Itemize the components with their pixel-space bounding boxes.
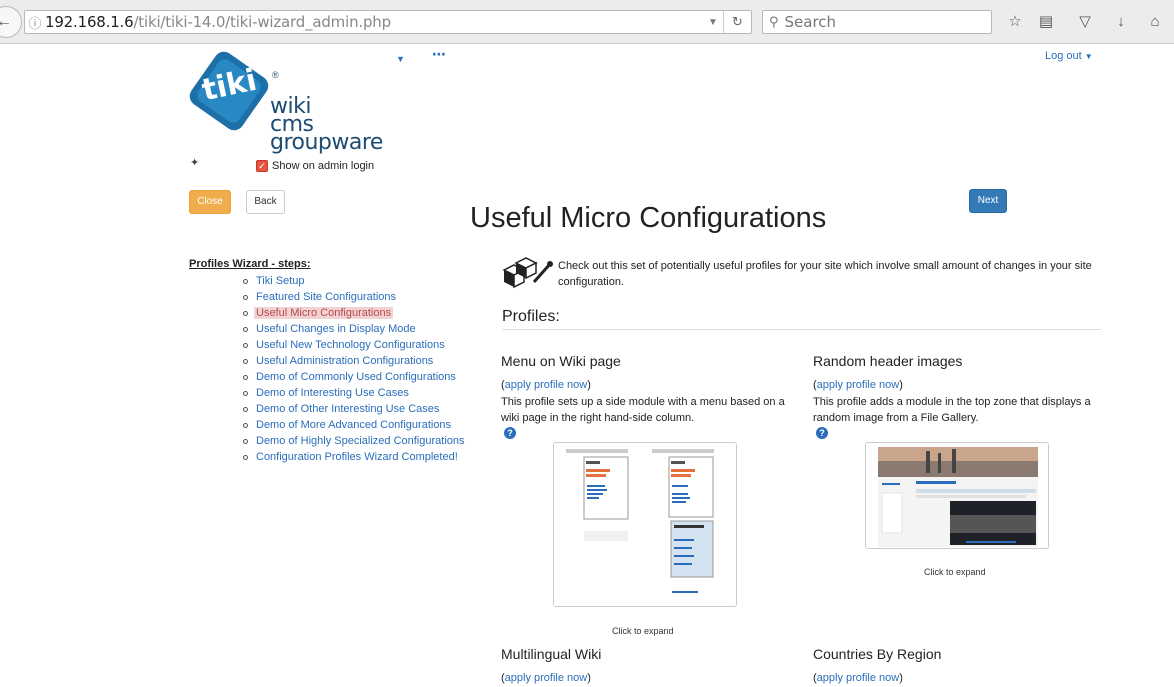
step-label: Useful Administration Configurations [256, 355, 434, 367]
search-icon: ⚲ [769, 14, 779, 29]
url-text[interactable]: 192.168.1.6/tiki/tiki-14.0/tiki-wizard_a… [45, 13, 703, 31]
step-item[interactable]: Demo of Other Interesting Use Cases [243, 401, 465, 417]
bullet-icon [243, 278, 248, 284]
profile-thumbnail-menu-on-wiki[interactable] [553, 442, 737, 607]
profile-apply-row: (apply profile now) [501, 672, 591, 684]
apply-profile-link-random-header[interactable]: apply profile now [817, 379, 900, 391]
profile-title-random-header: Random header images [813, 353, 963, 369]
download-icon[interactable]: ↓ [1111, 12, 1131, 32]
step-item[interactable]: Useful Changes in Display Mode [243, 321, 465, 337]
step-label: Demo of Highly Specialized Configuration… [256, 435, 465, 447]
step-label: Configuration Profiles Wizard Completed! [256, 451, 458, 463]
back-button[interactable]: Back [246, 190, 285, 214]
close-button[interactable]: Close [189, 190, 231, 214]
back-arrow-icon[interactable]: ← [0, 6, 22, 38]
menu-caret-icon[interactable]: ▼ [396, 54, 405, 64]
help-question-icon[interactable]: ? [816, 427, 828, 439]
wizard-page: tiki ® wiki cms groupware ▼ ⋯ Log out ▼ … [0, 44, 1174, 687]
reload-icon[interactable]: ↻ [723, 11, 751, 33]
step-item[interactable]: Demo of Interesting Use Cases [243, 385, 465, 401]
profiles-heading: Profiles: [502, 308, 560, 325]
bullet-icon [243, 294, 248, 300]
intro-text: Check out this set of potentially useful… [558, 260, 1092, 288]
divider [502, 329, 1101, 330]
url-dropdown-icon[interactable]: ▼ [703, 17, 723, 28]
url-bar[interactable]: ⓘ 192.168.1.6/tiki/tiki-14.0/tiki-wizard… [24, 10, 752, 34]
bullet-icon [243, 406, 248, 412]
url-path: /tiki/tiki-14.0/tiki-wizard_admin.php [133, 13, 391, 31]
checkbox-checked-icon[interactable]: ✓ [256, 160, 268, 172]
profile-desc-menu-on-wiki: This profile sets up a side module with … [501, 396, 785, 424]
step-item[interactable]: Useful Administration Configurations [243, 353, 465, 369]
logo-wordmark: wiki cms groupware [270, 96, 383, 155]
click-to-expand-caption: Click to expand [612, 626, 674, 636]
step-item[interactable]: Configuration Profiles Wizard Completed! [243, 449, 465, 465]
step-label: Demo of Interesting Use Cases [256, 387, 409, 399]
step-label: Useful Micro Configurations [254, 307, 394, 319]
bullet-icon [243, 310, 248, 316]
step-item[interactable]: Demo of More Advanced Configurations [243, 417, 465, 433]
wizard-wand-icon: ✦ [190, 157, 200, 169]
show-on-login-toggle[interactable]: ✓ Show on admin login [256, 160, 374, 172]
url-host: 192.168.1.6 [45, 13, 134, 31]
step-label: Demo of Other Interesting Use Cases [256, 403, 440, 415]
bullet-icon [243, 454, 248, 460]
bullet-icon [243, 342, 248, 348]
micro-config-blocks-icon [502, 257, 553, 289]
apply-profile-link-menu-on-wiki[interactable]: apply profile now [505, 379, 588, 391]
registered-mark: ® [272, 70, 279, 80]
step-label: Useful Changes in Display Mode [256, 323, 416, 335]
step-label: Useful New Technology Configurations [256, 339, 445, 351]
step-label: Tiki Setup [256, 275, 305, 287]
step-label: Demo of More Advanced Configurations [256, 419, 452, 431]
step-label: Featured Site Configurations [256, 291, 397, 303]
logout-label: Log out [1045, 50, 1082, 62]
profile-desc-random-header: This profile adds a module in the top zo… [813, 396, 1091, 424]
steps-list: Tiki Setup Featured Site Configurations … [243, 273, 465, 465]
step-item[interactable]: Useful New Technology Configurations [243, 337, 465, 353]
profile-apply-row: (apply profile now) [501, 379, 591, 391]
step-item-active[interactable]: Useful Micro Configurations [243, 305, 465, 321]
profile-title-multilingual-wiki: Multilingual Wiki [501, 646, 602, 662]
browser-search-input[interactable] [784, 13, 975, 31]
bullet-icon [243, 374, 248, 380]
bullet-icon [243, 438, 248, 444]
step-item[interactable]: Featured Site Configurations [243, 289, 465, 305]
info-icon[interactable]: ⓘ [25, 13, 45, 32]
tiki-logo[interactable]: tiki ® wiki cms groupware [188, 50, 388, 160]
browser-search-box[interactable]: ⚲ [762, 10, 992, 34]
browser-toolbar: ← ⓘ 192.168.1.6/tiki/tiki-14.0/tiki-wiza… [0, 0, 1174, 44]
step-item[interactable]: Tiki Setup [243, 273, 465, 289]
bullet-icon [243, 326, 248, 332]
apply-profile-link-countries[interactable]: apply profile now [817, 672, 900, 684]
next-button[interactable]: Next [969, 189, 1007, 213]
pocket-icon[interactable]: ▽ [1075, 12, 1095, 32]
page-title: Useful Micro Configurations [470, 202, 827, 234]
show-on-login-label: Show on admin login [272, 160, 375, 172]
logout-caret-icon: ▼ [1084, 52, 1093, 61]
steps-title: Profiles Wizard - steps: [189, 258, 311, 270]
profile-thumbnail-random-header[interactable] [865, 442, 1049, 549]
logout-link[interactable]: Log out ▼ [1045, 50, 1093, 62]
logo-word-groupware: groupware [270, 130, 383, 155]
menu-screenshot-thumbnail [554, 443, 736, 606]
profile-title-countries-by-region: Countries By Region [813, 646, 942, 662]
step-label: Demo of Commonly Used Configurations [256, 371, 456, 383]
profile-apply-row: (apply profile now) [813, 379, 903, 391]
bookmark-star-icon[interactable]: ☆ [1005, 12, 1025, 32]
bullet-icon [243, 390, 248, 396]
reading-list-icon[interactable]: ▤ [1036, 12, 1056, 32]
bullet-icon [243, 358, 248, 364]
more-dots-icon[interactable]: ⋯ [432, 46, 446, 63]
step-item[interactable]: Demo of Highly Specialized Configuration… [243, 433, 465, 449]
apply-profile-link-multilingual[interactable]: apply profile now [505, 672, 588, 684]
bullet-icon [243, 422, 248, 428]
click-to-expand-caption: Click to expand [924, 567, 986, 577]
step-item[interactable]: Demo of Commonly Used Configurations [243, 369, 465, 385]
help-question-icon[interactable]: ? [504, 427, 516, 439]
home-icon[interactable]: ⌂ [1145, 12, 1165, 32]
profile-title-menu-on-wiki: Menu on Wiki page [501, 353, 621, 369]
header-screenshot-thumbnail [866, 443, 1048, 548]
profile-apply-row: (apply profile now) [813, 672, 903, 684]
